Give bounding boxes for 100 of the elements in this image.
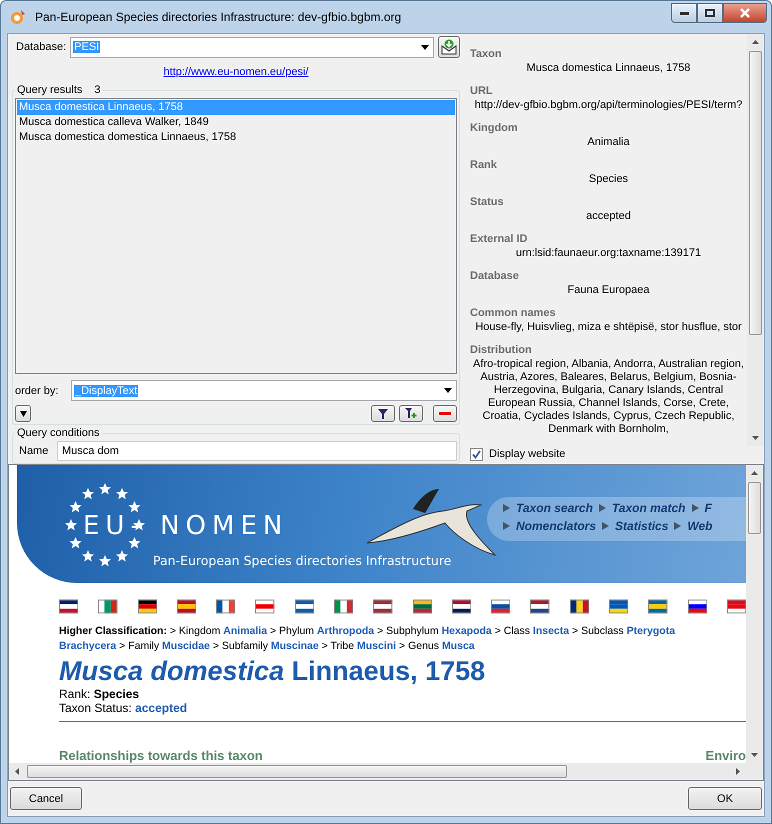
window-title: Pan-European Species directories Infrastructure: dev-gfbio.bgbm.org (35, 10, 402, 24)
classification-link[interactable]: Muscinae (270, 640, 319, 652)
classification-link[interactable]: Insecta (532, 625, 570, 637)
flag-icon[interactable] (530, 599, 550, 614)
flag-icon[interactable] (294, 599, 314, 614)
detail-label: Database (470, 270, 520, 282)
detail-value: Fauna Europaea (566, 284, 650, 297)
vertical-scrollbar[interactable] (747, 34, 764, 446)
classification-link[interactable]: Arthropoda (316, 625, 374, 637)
classification-link[interactable]: Animalia (223, 625, 268, 637)
classification-rank: > Subclass (571, 625, 625, 637)
status-line: Taxon Status: accepted (59, 701, 188, 715)
detail-value: http://dev-gfbio.bgbm.org/api/terminologies/PESI/term? (474, 99, 744, 112)
website-link[interactable]: http://www.eu-nomen.eu/pesi/ (164, 66, 308, 78)
detail-value: Afro-tropical region, Albania, Andorra, Australian region, Austria, Azores, Baleares, Belarus, Belgium, Bosnia-Herzegovina, Bulgaria, Canary Islands, Central European Russia, Channel Islands, Corse, Crete, Croatia, Cyclades Islands, Cyprus, Czech Republic, Denmark with Bornholm, (472, 358, 745, 436)
classification-rank: > Tribe (320, 640, 356, 652)
classification-link[interactable]: Muscini (357, 640, 396, 652)
display-website-checkbox[interactable]: Display website (470, 446, 764, 462)
remove-button[interactable] (433, 405, 457, 422)
nav-link[interactable]: Statistics (615, 519, 668, 533)
star-circle-logo-icon (65, 483, 145, 567)
flag-icon[interactable] (176, 599, 196, 614)
nav-arrow-icon (674, 522, 682, 530)
classification-label: Higher Classification: (59, 625, 168, 637)
detail-label: Taxon (470, 48, 503, 60)
classification-rank: > Kingdom (170, 625, 222, 637)
classification-link[interactable]: Musca (442, 640, 475, 652)
horizontal-scrollbar[interactable] (9, 763, 763, 780)
flag-icon[interactable] (216, 599, 236, 614)
classification-rank: > Class (494, 625, 531, 637)
detail-label: Rank (470, 159, 498, 171)
flag-icon[interactable] (570, 599, 589, 614)
nav-arrow-icon (503, 504, 510, 512)
name-label: Name (19, 445, 47, 457)
maximize-button[interactable] (697, 3, 723, 23)
minus-icon (439, 412, 451, 415)
maximize-icon (705, 9, 715, 17)
flag-icon[interactable] (608, 599, 628, 614)
minimize-icon (680, 12, 688, 14)
detail-label: Kingdom (470, 122, 519, 134)
filter-icon (378, 408, 388, 418)
classification-rank: > Subfamily (212, 640, 269, 652)
result-item[interactable]: Musca domestica domestica Linnaeus, 1758 (17, 130, 455, 145)
flag-icon[interactable] (373, 599, 393, 614)
classification-link[interactable]: Muscidae (162, 640, 210, 652)
detail-value: Species (588, 173, 630, 186)
close-button[interactable] (723, 3, 767, 23)
scrollbar-thumb[interactable] (749, 51, 762, 335)
flag-icon[interactable] (452, 599, 472, 614)
detail-value: Musca domestica Linnaeus, 1758 (526, 62, 692, 75)
detail-value: urn:lsid:faunaeur.org:taxname:139171 (514, 247, 702, 260)
nav-arrow-icon (692, 504, 698, 512)
detail-label: Distribution (470, 344, 533, 356)
scrollbar-thumb[interactable] (748, 482, 761, 534)
cancel-button[interactable]: Cancel (10, 787, 82, 810)
classification-rank: > Genus (398, 640, 440, 652)
nav-link[interactable]: Web (687, 519, 713, 533)
query-results-label: Query results (17, 84, 82, 96)
nav-link[interactable]: Taxon search (516, 501, 593, 515)
order-by-label: order by: (15, 384, 60, 396)
section-heading: Enviro (706, 748, 746, 763)
minimize-button[interactable] (671, 3, 697, 23)
database-label: Database: (16, 41, 66, 53)
triangle-down-icon (20, 410, 26, 417)
name-field[interactable]: Musca dom (57, 441, 457, 461)
dropdown-caret-icon[interactable] (444, 388, 452, 393)
nav-link[interactable]: F (704, 501, 712, 515)
nav-arrow-icon (602, 522, 610, 530)
flag-icon[interactable] (491, 599, 510, 614)
flag-icon[interactable] (59, 599, 78, 614)
nav-link[interactable]: Nomenclators (516, 519, 596, 533)
filter-button[interactable] (371, 405, 395, 422)
vertical-scrollbar[interactable] (746, 465, 763, 763)
detail-value: accepted (585, 210, 632, 223)
expand-button[interactable] (15, 405, 31, 422)
app-logo-icon (9, 8, 27, 26)
classification-rank: > Subphylum (376, 625, 440, 637)
detail-value: Animalia (586, 136, 631, 149)
flag-icon[interactable] (688, 599, 707, 614)
filter-plus-icon (405, 408, 417, 419)
nav-link[interactable]: Taxon match (612, 501, 686, 515)
detail-label: URL (470, 85, 494, 97)
flag-icon[interactable] (138, 599, 157, 614)
classification-link[interactable]: Pterygota (626, 625, 676, 637)
query-conditions-label: Query conditions (17, 427, 100, 439)
logo-text: EU- NOMEN (83, 511, 288, 541)
close-icon (740, 8, 750, 18)
classification-link[interactable]: Brachycera (59, 640, 116, 652)
flag-icon[interactable] (412, 599, 432, 614)
detail-value: House-fly, Huisvlieg, miza e shtëpisë, stor husflue, stor (474, 321, 743, 334)
taxon-heading: Musca domestica Linnaeus, 1758 (59, 656, 486, 687)
download-button[interactable] (438, 36, 460, 58)
scrollbar-thumb[interactable] (27, 765, 567, 778)
dropdown-caret-icon[interactable] (421, 44, 429, 50)
detail-label: Common names (470, 307, 557, 319)
add-filter-button[interactable] (399, 405, 423, 422)
ok-button[interactable]: OK (688, 787, 762, 810)
result-item[interactable]: Musca domestica calleva Walker, 1849 (17, 115, 455, 130)
rank-line: Rank: Species (59, 687, 140, 701)
classification-link[interactable]: Hexapoda (442, 625, 492, 637)
